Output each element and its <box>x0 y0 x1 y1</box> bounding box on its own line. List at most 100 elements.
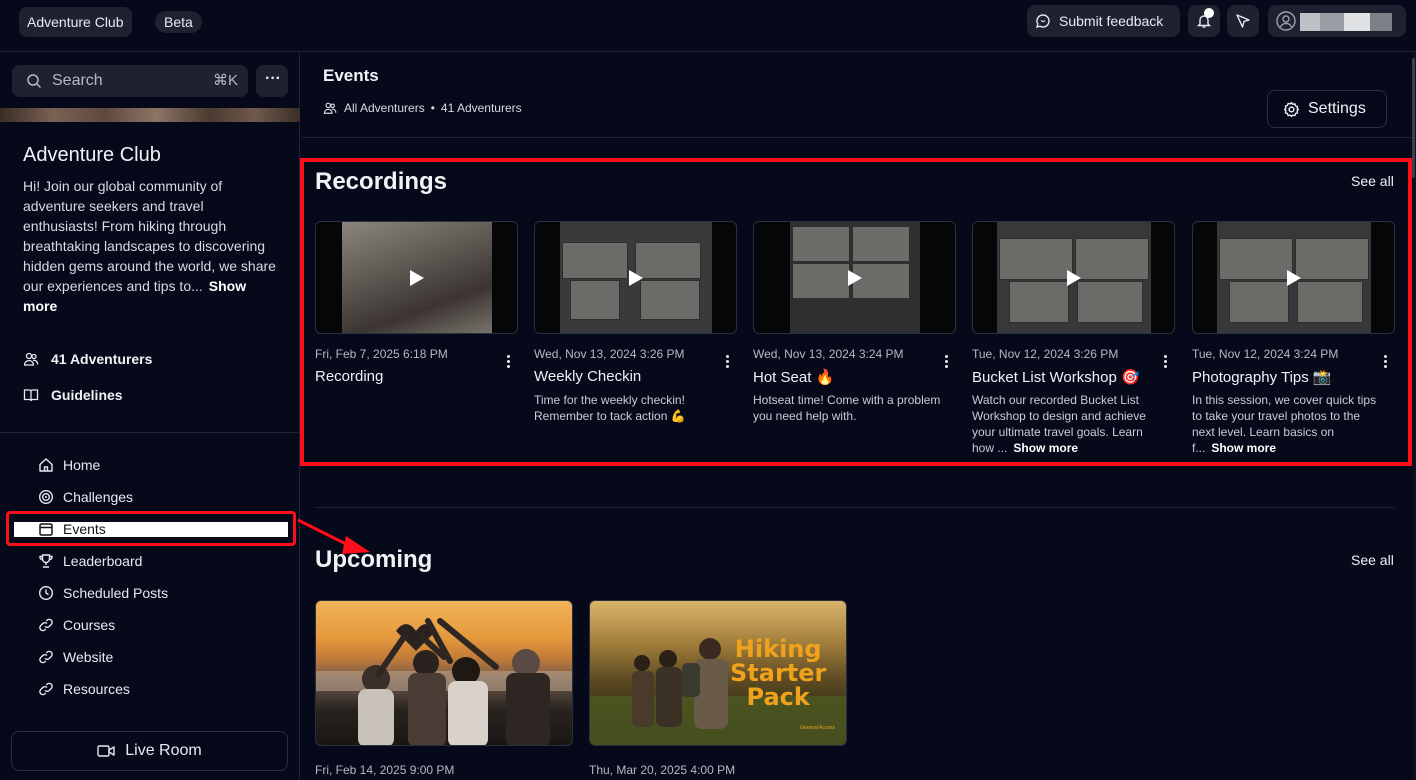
trophy-icon <box>39 554 53 568</box>
recording-thumbnail[interactable] <box>753 221 956 334</box>
user-icon <box>1276 11 1296 31</box>
participant-tile <box>635 242 701 279</box>
live-room-button[interactable]: Live Room <box>11 731 288 771</box>
book-icon <box>23 389 39 402</box>
event-date: Fri, Feb 14, 2025 9:00 PM <box>315 763 455 777</box>
event-cover-image[interactable] <box>315 600 573 746</box>
community-description: Hi! Join our global community of adventu… <box>23 176 278 316</box>
people-icon <box>23 352 39 366</box>
submit-feedback-button[interactable]: Submit feedback <box>1027 5 1180 37</box>
participant-tile <box>640 280 700 320</box>
participant-tile <box>570 280 620 320</box>
more-options-button[interactable]: ··· <box>256 65 288 97</box>
sidebar-item-scheduled-posts[interactable]: Scheduled Posts <box>38 583 168 603</box>
sidebar-item-label: Leaderboard <box>63 553 143 569</box>
play-icon[interactable] <box>410 270 424 286</box>
sidebar-item-label: Courses <box>63 617 116 633</box>
kebab-menu-icon[interactable] <box>726 355 730 370</box>
main-scrollbar-thumb[interactable] <box>1412 58 1415 178</box>
sidebar-item-events[interactable]: Events <box>38 519 106 539</box>
members-link[interactable]: 41 Adventurers <box>23 350 152 368</box>
community-description-text: Hi! Join our global community of adventu… <box>23 178 276 294</box>
recording-title[interactable]: Weekly Checkin <box>534 368 641 385</box>
recording-card[interactable]: Wed, Nov 13, 2024 3:24 PM Hot Seat 🔥 Hot… <box>753 221 956 423</box>
upcoming-event-card[interactable]: Fri, Feb 14, 2025 9:00 PM <box>315 600 573 777</box>
recording-title[interactable]: Hot Seat 🔥 <box>753 368 834 386</box>
play-icon[interactable] <box>1287 270 1301 286</box>
recording-card[interactable]: Wed, Nov 13, 2024 3:26 PM Weekly Checkin… <box>534 221 737 423</box>
recording-date: Wed, Nov 13, 2024 3:24 PM <box>753 347 904 361</box>
sidebar-item-leaderboard[interactable]: Leaderboard <box>38 551 142 571</box>
recording-thumbnail[interactable] <box>534 221 737 334</box>
search-input[interactable]: Search ⌘K <box>12 65 248 97</box>
participant-tile <box>562 242 628 279</box>
kebab-menu-icon[interactable] <box>507 355 511 370</box>
sidebar-item-website[interactable]: Website <box>38 647 113 667</box>
overlay-line: Starter <box>730 659 827 687</box>
recording-card[interactable]: Tue, Nov 12, 2024 3:26 PM Bucket List Wo… <box>972 221 1175 455</box>
recording-thumbnail[interactable] <box>972 221 1175 334</box>
show-more-link[interactable]: Show more <box>1211 441 1276 455</box>
play-icon[interactable] <box>629 270 643 286</box>
recording-date: Tue, Nov 12, 2024 3:26 PM <box>972 347 1119 361</box>
recording-title[interactable]: Photography Tips 📸 <box>1192 368 1332 386</box>
upcoming-event-card[interactable]: Hiking Starter Pack General Access Thu, … <box>589 600 847 777</box>
guidelines-link[interactable]: Guidelines <box>23 386 123 404</box>
participant-tile <box>792 226 850 262</box>
breadcrumb-group[interactable]: All Adventurers <box>344 101 425 115</box>
video-camera-icon <box>97 745 115 757</box>
recording-card[interactable]: Tue, Nov 12, 2024 3:24 PM Photography Ti… <box>1192 221 1395 455</box>
guidelines-label: Guidelines <box>51 387 123 403</box>
sidebar-item-courses[interactable]: Courses <box>38 615 115 635</box>
clock-icon <box>38 585 54 601</box>
recording-title[interactable]: Recording <box>315 368 383 385</box>
target-icon <box>38 489 54 505</box>
recording-description: Time for the weekly checkin! Remember to… <box>534 392 724 424</box>
kebab-menu-icon[interactable] <box>1384 355 1388 370</box>
kebab-menu-icon[interactable] <box>1164 355 1168 370</box>
live-room-label: Live Room <box>125 742 202 759</box>
play-icon[interactable] <box>848 270 862 286</box>
community-switcher-button[interactable]: Adventure Club <box>19 7 132 37</box>
sidebar-item-label: Challenges <box>63 489 134 505</box>
participant-tile <box>852 226 910 262</box>
friends-sunset-photo <box>316 618 572 745</box>
community-banner-image <box>0 108 300 122</box>
recording-date: Fri, Feb 7, 2025 6:18 PM <box>315 347 448 361</box>
ellipsis-icon: ··· <box>265 70 281 87</box>
sidebar-item-home[interactable]: Home <box>38 455 100 475</box>
sidebar-divider <box>0 432 300 433</box>
search-placeholder: Search <box>52 72 103 89</box>
recording-thumbnail[interactable] <box>1192 221 1395 334</box>
page-title: Events <box>323 66 379 85</box>
kebab-menu-icon[interactable] <box>945 355 949 370</box>
settings-button[interactable]: Settings <box>1267 90 1387 128</box>
search-icon <box>27 74 42 89</box>
recording-card[interactable]: Fri, Feb 7, 2025 6:18 PM Recording <box>315 221 518 385</box>
breadcrumb-separator: • <box>430 101 435 115</box>
top-bar: Adventure Club Beta Submit feedback <box>0 0 1416 52</box>
beta-badge: Beta <box>155 11 202 33</box>
sidebar-item-label: Scheduled Posts <box>63 585 169 601</box>
submit-feedback-label: Submit feedback <box>1059 13 1164 29</box>
show-more-link[interactable]: Show more <box>1013 441 1078 455</box>
recording-title[interactable]: Bucket List Workshop 🎯 <box>972 368 1140 386</box>
breadcrumb-count: 41 Adventurers <box>440 101 522 115</box>
home-icon <box>39 458 53 472</box>
event-cover-image[interactable]: Hiking Starter Pack General Access <box>589 600 847 746</box>
participant-tile <box>1297 281 1363 323</box>
user-menu-button[interactable] <box>1268 5 1406 37</box>
recording-description: In this session, we cover quick tips to … <box>1192 392 1382 456</box>
sidebar-item-label: Home <box>63 457 101 473</box>
sidebar-item-resources[interactable]: Resources <box>38 679 130 699</box>
participant-tile <box>792 263 850 299</box>
cursor-mode-button[interactable] <box>1227 5 1259 37</box>
gear-icon <box>1283 101 1300 118</box>
play-icon[interactable] <box>1067 270 1081 286</box>
sidebar-item-challenges[interactable]: Challenges <box>38 487 133 507</box>
recording-thumbnail[interactable] <box>315 221 518 334</box>
overlay-line: Pack <box>746 683 810 711</box>
link-icon <box>39 682 53 696</box>
redacted-username <box>1300 13 1392 31</box>
upcoming-see-all-link[interactable]: See all <box>1351 552 1394 568</box>
